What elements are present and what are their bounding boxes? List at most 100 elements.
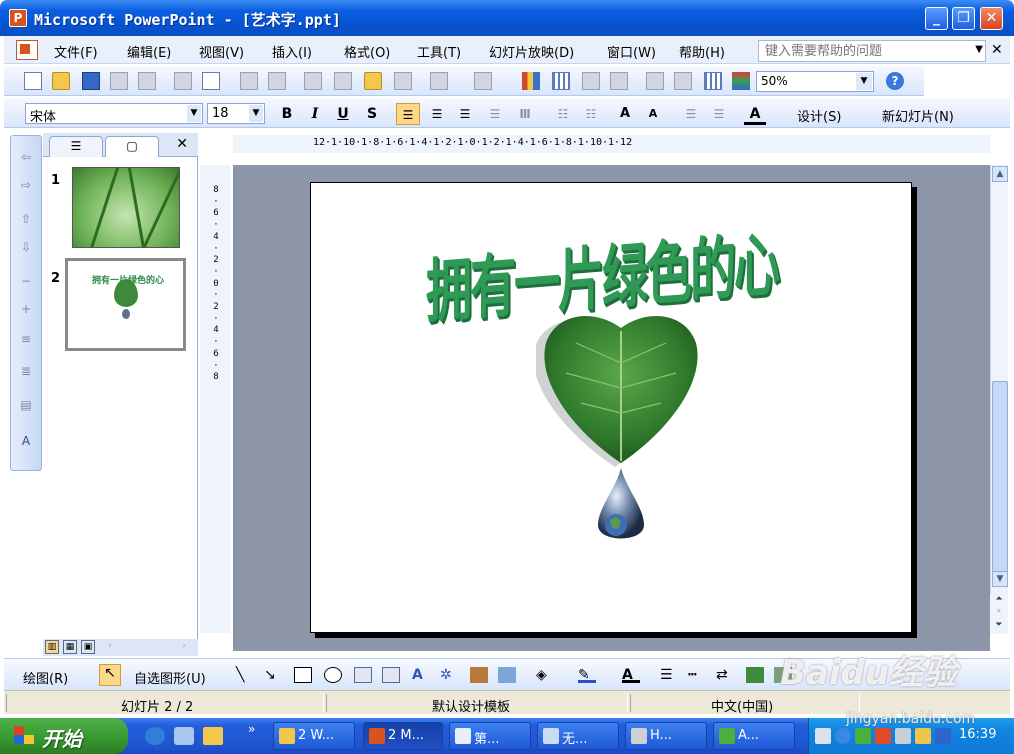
folder-icon[interactable] [203,727,223,745]
wordart-title[interactable]: 拥有一片绿色的心 [426,210,778,337]
restore-button[interactable]: ❐ [952,7,975,30]
sorter-view-icon[interactable]: ▦ [63,640,77,654]
open-folder-icon[interactable] [52,72,70,90]
text-box-icon[interactable] [354,667,372,683]
print-preview-icon[interactable] [202,72,220,90]
network-icon[interactable] [895,728,911,744]
menu-view[interactable]: 视图(V) [199,42,244,61]
align-left-button[interactable]: ☰ [396,103,420,125]
fill-color-icon[interactable]: ◈ [536,667,554,683]
font-name-select[interactable]: 宋体 ▼ [25,103,203,125]
demote-icon[interactable]: ⇨ [18,178,34,192]
normal-view-icon[interactable]: ▥ [45,640,59,654]
menu-insert[interactable]: 插入(I) [272,42,312,61]
cut-icon[interactable] [304,72,322,90]
text-direction-button[interactable]: Ⅲ [514,103,536,125]
menu-window[interactable]: 窗口(W) [607,42,656,61]
diagram-icon[interactable]: ✲ [440,667,458,683]
help-search-box[interactable]: ▼ [758,40,986,62]
hyperlink-icon[interactable] [610,72,628,90]
tray-arrow-icon[interactable] [835,728,851,744]
email-icon[interactable] [138,72,156,90]
new-file-icon[interactable] [24,72,42,90]
rectangle-icon[interactable] [294,667,312,683]
collapse-icon[interactable]: − [18,274,34,288]
task-app[interactable]: H... [625,722,707,750]
wordart-icon[interactable]: A [412,667,430,683]
shadow-style-icon[interactable] [746,667,764,683]
slide-thumbnail-2[interactable]: 拥有一片绿色的心 [65,258,186,351]
print-icon[interactable] [174,72,192,90]
slideshow-view-icon[interactable]: ▣ [81,640,95,654]
arrow-icon[interactable]: ↘ [264,667,282,683]
undo-icon[interactable] [430,72,448,90]
help-search-input[interactable] [759,41,969,61]
menu-edit[interactable]: 编辑(E) [127,42,171,61]
menu-slideshow[interactable]: 幻灯片放映(D) [489,42,574,61]
move-up-icon[interactable]: ⇧ [18,212,34,226]
expand-icon[interactable]: + [18,302,34,316]
vertical-scrollbar[interactable]: ▲ ▼ [990,165,1008,634]
arrow-style-icon[interactable]: ⇄ [716,667,734,683]
select-objects-button[interactable]: ↖ [99,664,121,686]
tab-slides[interactable]: ▢ [105,136,159,157]
line-style-icon[interactable]: ☰ [660,667,678,683]
bold-button[interactable]: B [276,103,298,125]
dash-style-icon[interactable]: ┅ [688,667,706,683]
insert-chart-icon[interactable] [522,72,540,90]
draw-menu-button[interactable]: 绘图(R) [23,668,68,687]
chevron-down-icon[interactable]: ▼ [856,73,872,90]
scroll-up-icon[interactable]: ▲ [992,166,1008,182]
decrease-font-button[interactable]: A [642,103,664,125]
ie-icon[interactable] [145,727,165,745]
align-center-button[interactable]: ☰ [426,103,448,125]
increase-font-button[interactable]: A [614,103,636,125]
color-grayscale-icon[interactable] [732,72,750,90]
scroll-down-icon[interactable]: ▼ [992,571,1008,587]
underline-button[interactable]: U [332,103,354,125]
font-color-button[interactable]: A [744,103,766,125]
spelling-icon[interactable] [240,72,258,90]
bullets-button[interactable]: ☷ [580,103,602,125]
close-pane-icon[interactable]: ✕ [176,136,188,152]
slide-canvas[interactable]: 拥有一片绿色的心 [310,182,912,633]
picture-icon[interactable] [498,667,516,683]
scrollbar-thumb[interactable] [992,381,1008,577]
save-icon[interactable] [82,72,100,90]
permission-icon[interactable] [110,72,128,90]
previous-slide-icon[interactable]: ⏶ [990,594,1008,607]
clip-art-icon[interactable] [470,667,488,683]
align-right-button[interactable]: ☰ [454,103,476,125]
keyboard-icon[interactable] [815,728,831,744]
start-button[interactable]: 开始 [0,718,128,754]
close-button[interactable]: ✕ [980,7,1003,30]
volume-icon[interactable] [915,728,931,744]
powerpoint-app-icon[interactable]: P [9,9,27,27]
sogou-icon[interactable] [875,728,891,744]
font-size-select[interactable]: 18 ▼ [207,103,265,124]
distribute-button[interactable]: ☰ [484,103,506,125]
show-grid-icon[interactable] [704,72,722,90]
italic-button[interactable]: I [304,103,326,125]
chevron-down-icon[interactable]: ▼ [249,105,263,122]
task-captivate[interactable]: A... [713,722,795,750]
new-slide-button[interactable]: 新幻灯片(N) [882,106,954,125]
line-color-icon[interactable]: ✎ [578,667,596,683]
menu-format[interactable]: 格式(O) [344,42,390,61]
scroll-right-icon[interactable]: › [177,640,191,654]
research-icon[interactable] [268,72,286,90]
chevron-down-icon[interactable]: ▼ [975,44,983,55]
insert-table-icon[interactable] [552,72,570,90]
numbering-button[interactable]: ☷ [552,103,574,125]
menu-file[interactable]: 文件(F) [54,42,98,61]
show-formatting-icon[interactable]: A [18,434,34,448]
increase-indent-button[interactable]: ☰ [708,103,730,125]
oval-icon[interactable] [324,667,342,683]
zoom-select[interactable]: 50% ▼ [756,71,874,92]
tab-outline[interactable]: ☰ [49,136,103,157]
captivate-tray-icon[interactable] [855,728,871,744]
slide-thumbnail-1[interactable] [72,167,180,248]
task-word[interactable]: 第... [449,722,531,750]
help-icon[interactable]: ? [886,72,904,90]
promote-icon[interactable]: ⇦ [18,150,34,164]
